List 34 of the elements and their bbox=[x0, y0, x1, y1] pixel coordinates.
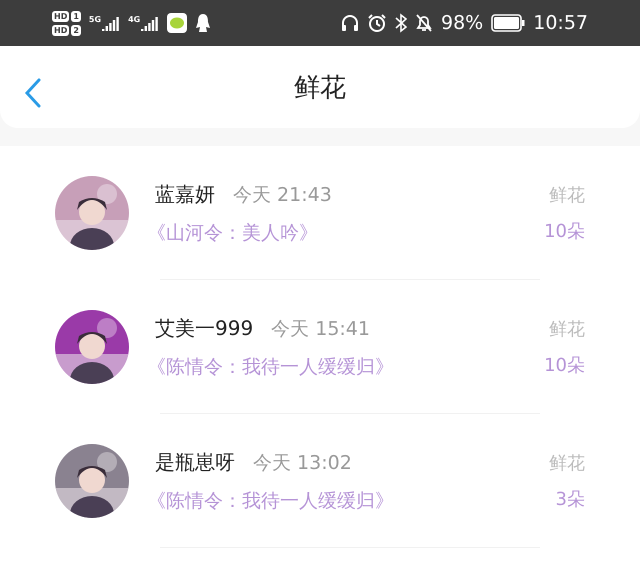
page-title: 鲜花 bbox=[294, 72, 346, 104]
headphones-icon bbox=[341, 14, 359, 32]
timestamp: 今天 15:41 bbox=[271, 316, 370, 342]
timestamp: 今天 21:43 bbox=[233, 182, 332, 208]
network-type: 4G bbox=[128, 15, 140, 24]
signal-icon bbox=[102, 15, 120, 31]
timestamp: 今天 13:02 bbox=[253, 450, 352, 476]
gift-label: 鲜花 bbox=[549, 318, 585, 341]
gift-label: 鲜花 bbox=[549, 184, 585, 207]
hd-badge: HD bbox=[52, 10, 70, 22]
bluetooth-icon bbox=[395, 13, 407, 33]
signal-icon bbox=[141, 15, 160, 31]
clock-time: 10:57 bbox=[533, 12, 588, 34]
hd-badge: HD bbox=[52, 24, 70, 36]
penguin-icon bbox=[195, 13, 212, 33]
work-title[interactable]: 《陈情令：我待一人缓缓归》 bbox=[147, 488, 549, 514]
user-name: 是瓶崽呀 bbox=[155, 448, 235, 476]
network-type: 5G bbox=[88, 15, 102, 24]
sim-badge: 1 bbox=[71, 10, 81, 22]
muted-bell-icon bbox=[415, 13, 433, 33]
battery-icon bbox=[491, 14, 526, 32]
gift-label: 鲜花 bbox=[549, 452, 585, 475]
work-title[interactable]: 《陈情令：我待一人缓缓归》 bbox=[147, 354, 544, 380]
sim-badge: 2 bbox=[71, 24, 81, 36]
alarm-icon bbox=[367, 13, 387, 33]
chat-app-icon bbox=[167, 13, 188, 33]
user-name: 蓝嘉妍 bbox=[155, 180, 215, 208]
back-icon[interactable] bbox=[24, 78, 42, 108]
flower-count: 10朵 bbox=[544, 354, 585, 377]
work-title[interactable]: 《山河令：美人吟》 bbox=[147, 220, 544, 246]
flower-count: 3朵 bbox=[556, 488, 585, 511]
battery-percentage: 98% bbox=[441, 12, 484, 34]
flower-count: 10朵 bbox=[544, 220, 585, 243]
user-name: 艾美一999 bbox=[155, 314, 254, 342]
